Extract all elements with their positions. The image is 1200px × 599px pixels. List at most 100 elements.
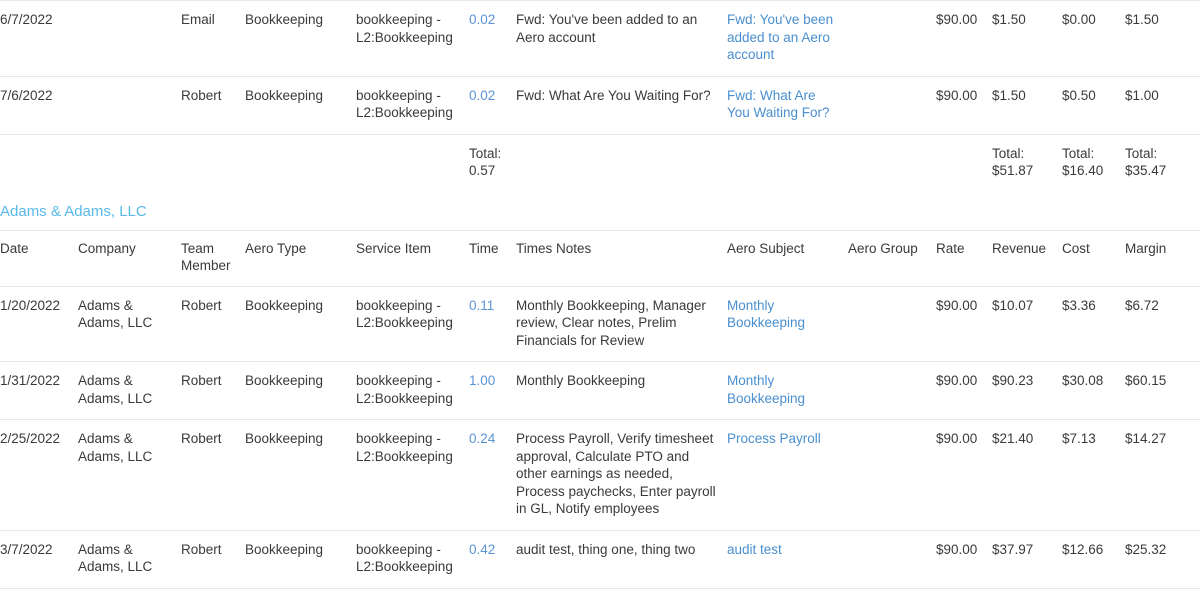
column-header-team-member[interactable]: Team Member: [181, 229, 245, 287]
totals-spacer-service: [356, 133, 469, 192]
cell-cost: $22.73: [1062, 587, 1125, 599]
cell-times-notes: Fwd: What Are You Waiting For?: [516, 75, 727, 134]
cell-time: 1.00: [469, 361, 516, 420]
cell-margin: $25.32: [1125, 529, 1200, 588]
column-header-times-notes[interactable]: Times Notes: [516, 229, 727, 287]
cell-margin: $1.50: [1125, 0, 1200, 76]
time-link[interactable]: 0.02: [469, 88, 495, 103]
cell-team-member: Robert: [181, 419, 245, 530]
totals-spacer-team: [181, 133, 245, 192]
cell-aero-type: Bookkeeping: [245, 529, 356, 588]
totals-spacer-rate: [936, 133, 992, 192]
cell-margin: $60.15: [1125, 361, 1200, 420]
cell-rate: $90.00: [936, 587, 992, 599]
column-header-aero-type[interactable]: Aero Type: [245, 229, 356, 287]
table-row: 6/7/2022 Email Bookkeeping bookkeeping -…: [0, 0, 1200, 76]
cell-aero-subject: Monthly Bookkeeping: [727, 285, 848, 362]
cell-rate: $90.00: [936, 285, 992, 362]
aero-subject-link[interactable]: Process Payroll: [727, 431, 821, 446]
cell-team-member: Robert: [181, 75, 245, 134]
cell-company: Adams & Adams, LLC: [78, 361, 181, 420]
cell-times-notes: Process Payroll, Verify timesheet approv…: [516, 419, 727, 530]
cell-date: 6/7/2022: [0, 0, 78, 76]
cell-aero-type: Bookkeeping: [245, 75, 356, 134]
previous-section-table: 6/7/2022 Email Bookkeeping bookkeeping -…: [0, 0, 1200, 192]
column-header-cost[interactable]: Cost: [1062, 229, 1125, 287]
adams-section-header: Adams & Adams, LLC: [0, 192, 1200, 230]
cell-margin: $45.47: [1125, 587, 1200, 599]
cell-team-member: Email: [181, 0, 245, 76]
cell-date: 3/7/2022: [0, 529, 78, 588]
column-header-rate[interactable]: Rate: [936, 229, 992, 287]
cell-date: 2/25/2022: [0, 419, 78, 530]
totals-spacer-subject: [727, 133, 848, 192]
cell-time: 0.42: [469, 529, 516, 588]
time-link[interactable]: 0.11: [469, 298, 494, 313]
cell-revenue: $90.23: [992, 361, 1062, 420]
cell-time: 0.24: [469, 419, 516, 530]
totals-margin-value: $35.47: [1125, 163, 1167, 178]
cell-aero-type: Bookkeeping: [245, 361, 356, 420]
totals-revenue-label: Total:: [992, 145, 1025, 161]
totals-revenue: Total: $51.87: [992, 133, 1062, 192]
column-header-time[interactable]: Time: [469, 229, 516, 287]
aero-subject-link[interactable]: Monthly Bookkeeping: [727, 298, 805, 331]
cell-company: Adams & Adams, LLC: [78, 285, 181, 362]
aero-subject-link[interactable]: Monthly Bookkeeping: [727, 373, 805, 406]
column-header-service-item[interactable]: Service Item: [356, 229, 469, 287]
cell-company: Adams & Adams, LLC: [78, 529, 181, 588]
cell-margin: $6.72: [1125, 285, 1200, 362]
column-header-company[interactable]: Company: [78, 229, 181, 287]
cell-time: 0.76: [469, 587, 516, 599]
cell-aero-type: Bookkeeping: [245, 419, 356, 530]
column-header-margin[interactable]: Margin: [1125, 229, 1200, 287]
table-row: 3/7/2022 Adams & Adams, LLC Robert Bookk…: [0, 529, 1200, 588]
cell-service-item: bookkeeping - L2:Bookkeeping: [356, 285, 469, 362]
totals-margin-label: Total:: [1125, 145, 1158, 161]
column-header-aero-subject[interactable]: Aero Subject: [727, 229, 848, 287]
table-header-row: Date Company Team Member Aero Type Servi…: [0, 229, 1200, 287]
totals-revenue-value: $51.87: [992, 163, 1034, 178]
cell-aero-subject: Monthly Bookkeeping: [727, 587, 848, 599]
totals-spacer-type: [245, 133, 356, 192]
adams-section-table: Date Company Team Member Aero Type Servi…: [0, 229, 1200, 599]
time-link[interactable]: 0.24: [469, 431, 495, 446]
table-row: 1/31/2022 Adams & Adams, LLC Robert Book…: [0, 361, 1200, 420]
cell-service-item: bookkeeping - L2:Bookkeeping: [356, 587, 469, 599]
column-header-aero-group[interactable]: Aero Group: [848, 229, 936, 287]
cell-aero-group: [848, 361, 936, 420]
cell-rate: $90.00: [936, 0, 992, 76]
cell-aero-subject: Monthly Bookkeeping: [727, 361, 848, 420]
cell-revenue: $10.07: [992, 285, 1062, 362]
column-header-date[interactable]: Date: [0, 229, 78, 287]
cell-times-notes: audit test, thing one, thing two: [516, 529, 727, 588]
adams-section-body: 1/20/2022 Adams & Adams, LLC Robert Book…: [0, 285, 1200, 599]
cell-service-item: bookkeeping - L2:Bookkeeping: [356, 361, 469, 420]
table-row: 7/6/2022 Robert Bookkeeping bookkeeping …: [0, 75, 1200, 134]
cell-cost: $0.00: [1062, 0, 1125, 76]
cell-team-member: Robert: [181, 529, 245, 588]
totals-cost: Total: $16.40: [1062, 133, 1125, 192]
cell-revenue: $37.97: [992, 529, 1062, 588]
aero-subject-link[interactable]: Fwd: What Are You Waiting For?: [727, 88, 830, 121]
cell-rate: $90.00: [936, 75, 992, 134]
totals-cost-value: $16.40: [1062, 163, 1104, 178]
column-header-revenue[interactable]: Revenue: [992, 229, 1062, 287]
time-link[interactable]: 0.42: [469, 542, 495, 557]
totals-cost-label: Total:: [1062, 145, 1095, 161]
cell-time: 0.02: [469, 0, 516, 76]
section-title-link[interactable]: Adams & Adams, LLC: [0, 192, 147, 230]
cell-company: Adams & Adams, LLC: [78, 419, 181, 530]
cell-aero-group: [848, 0, 936, 76]
totals-time: Total: 0.57: [469, 133, 516, 192]
cell-aero-group: [848, 75, 936, 134]
cell-margin: $1.00: [1125, 75, 1200, 134]
cell-company: [78, 0, 181, 76]
time-link[interactable]: 1.00: [469, 373, 495, 388]
time-link[interactable]: 0.02: [469, 12, 495, 27]
cell-aero-subject: Fwd: You've been added to an Aero accoun…: [727, 0, 848, 76]
aero-subject-link[interactable]: audit test: [727, 542, 782, 557]
cell-aero-group: [848, 285, 936, 362]
cell-service-item: bookkeeping - L2:Bookkeeping: [356, 0, 469, 76]
aero-subject-link[interactable]: Fwd: You've been added to an Aero accoun…: [727, 12, 833, 62]
